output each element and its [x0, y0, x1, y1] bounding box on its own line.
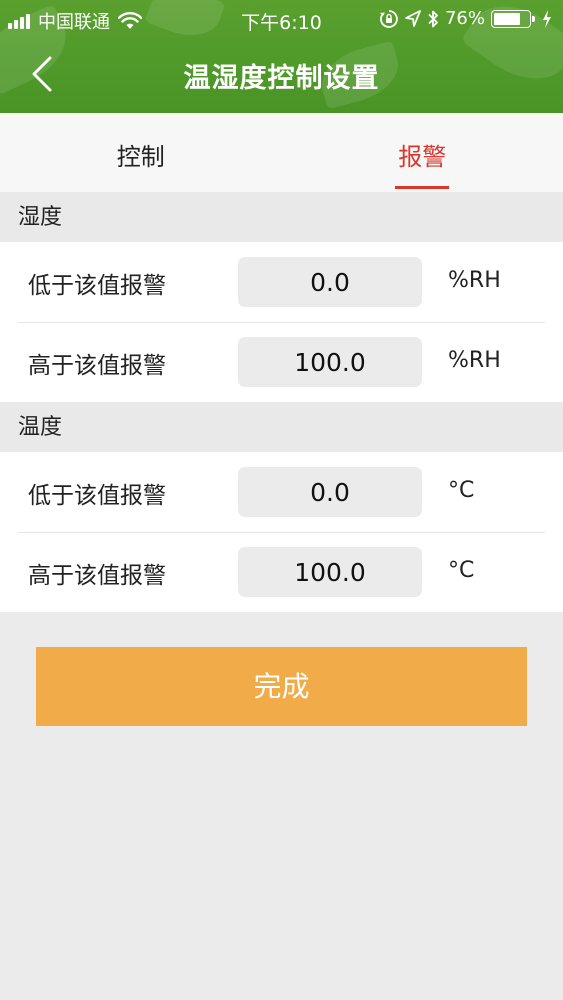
battery-percentage: 76% — [444, 8, 485, 29]
temperature-high-alarm-row: 高于该值报警 °C — [0, 532, 563, 612]
tab-alarm-label: 报警 — [398, 143, 447, 171]
app-screen: 中国联通 下午6:10 76% 温湿度控制设置 控制 报警 湿度 低于该值报警 … — [0, 0, 563, 1000]
tab-control-label: 控制 — [116, 143, 165, 171]
location-icon — [405, 9, 421, 27]
humidity-low-alarm-input[interactable] — [238, 257, 422, 307]
temperature-high-alarm-input[interactable] — [238, 547, 422, 597]
humidity-high-alarm-label: 高于该值报警 — [28, 353, 166, 379]
humidity-high-unit: %RH — [448, 348, 501, 373]
page-title: 温湿度控制设置 — [183, 63, 380, 94]
humidity-low-alarm-row: 低于该值报警 %RH — [0, 242, 563, 322]
tab-bar: 控制 报警 — [0, 113, 563, 192]
humidity-high-alarm-input[interactable] — [238, 337, 422, 387]
humidity-low-unit: %RH — [448, 268, 501, 293]
header: 中国联通 下午6:10 76% 温湿度控制设置 — [0, 0, 563, 113]
battery-level — [494, 12, 520, 25]
temperature-section-header: 温度 — [0, 402, 563, 452]
battery-icon — [491, 9, 535, 28]
temperature-low-alarm-label: 低于该值报警 — [28, 483, 166, 509]
charging-icon — [543, 9, 551, 28]
temperature-high-unit: °C — [448, 558, 475, 583]
temperature-settings-group: 低于该值报警 °C 高于该值报警 °C — [0, 452, 563, 612]
orientation-lock-icon — [379, 9, 398, 28]
temperature-low-alarm-input[interactable] — [238, 467, 422, 517]
bluetooth-icon — [428, 10, 438, 27]
done-button[interactable]: 完成 — [36, 647, 527, 726]
navigation-bar: 温湿度控制设置 — [0, 40, 563, 113]
active-tab-indicator — [395, 186, 450, 189]
tab-control[interactable]: 控制 — [0, 113, 282, 192]
humidity-settings-group: 低于该值报警 %RH 高于该值报警 %RH — [0, 242, 563, 402]
status-bar: 中国联通 下午6:10 76% — [0, 0, 563, 40]
temperature-high-alarm-label: 高于该值报警 — [28, 563, 166, 589]
humidity-high-alarm-row: 高于该值报警 %RH — [0, 322, 563, 402]
tab-alarm[interactable]: 报警 — [282, 113, 563, 192]
temperature-low-unit: °C — [448, 478, 475, 503]
humidity-section-header: 湿度 — [0, 192, 563, 242]
temperature-low-alarm-row: 低于该值报警 °C — [0, 452, 563, 532]
humidity-low-alarm-label: 低于该值报警 — [28, 273, 166, 299]
